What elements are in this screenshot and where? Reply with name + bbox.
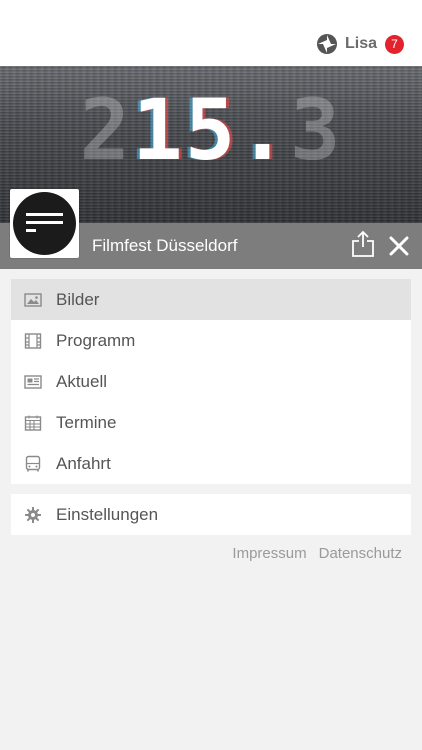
menu-item-label: Programm [56, 330, 136, 350]
hub-icon [316, 34, 337, 54]
share-icon[interactable] [350, 230, 376, 258]
datenschutz-link[interactable]: Datenschutz [319, 545, 402, 562]
logo-disc [13, 192, 76, 255]
logo-line [26, 229, 36, 232]
menu-item-bilder[interactable]: Bilder [11, 279, 411, 320]
menu-item-label: Anfahrt [56, 453, 111, 473]
newspaper-icon [24, 374, 42, 389]
banner-text-main: 15. [132, 81, 290, 179]
film-icon [24, 332, 42, 349]
menu-item-programm[interactable]: Programm [11, 320, 411, 361]
organization-title: Filmfest Düsseldorf [92, 236, 238, 255]
impressum-link[interactable]: Impressum [232, 545, 306, 562]
gear-icon [25, 506, 41, 523]
banner-text: 215.3 [0, 88, 422, 172]
user-chip[interactable]: Lisa 7 [316, 33, 404, 55]
settings-card: Einstellungen [11, 494, 411, 535]
logo-line [26, 221, 63, 224]
close-icon[interactable] [386, 233, 412, 259]
banner-text-prefix: 2 [79, 81, 133, 179]
bus-icon [25, 455, 41, 471]
menu-item-label: Einstellungen [56, 504, 159, 524]
menu-item-label: Bilder [56, 289, 100, 309]
notification-badge[interactable]: 7 [385, 34, 404, 54]
menu-list: Bilder Programm Aktuell Termine Anfahrt [11, 279, 411, 484]
menu-item-termine[interactable]: Termine [11, 402, 411, 443]
calendar-icon [24, 415, 42, 431]
user-name: Lisa [344, 35, 377, 52]
menu-item-anfahrt[interactable]: Anfahrt [11, 443, 411, 484]
menu-item-einstellungen[interactable]: Einstellungen [11, 494, 411, 535]
menu-item-label: Aktuell [56, 371, 108, 391]
top-bar: Lisa 7 [0, 0, 422, 66]
menu-item-label: Termine [56, 412, 117, 432]
image-icon [24, 292, 42, 307]
menu-item-aktuell[interactable]: Aktuell [11, 361, 411, 402]
logo-line [26, 213, 63, 216]
footer-links: Impressum Datenschutz [232, 545, 402, 562]
organization-logo [10, 189, 79, 258]
banner-text-suffix: 3 [289, 81, 343, 179]
